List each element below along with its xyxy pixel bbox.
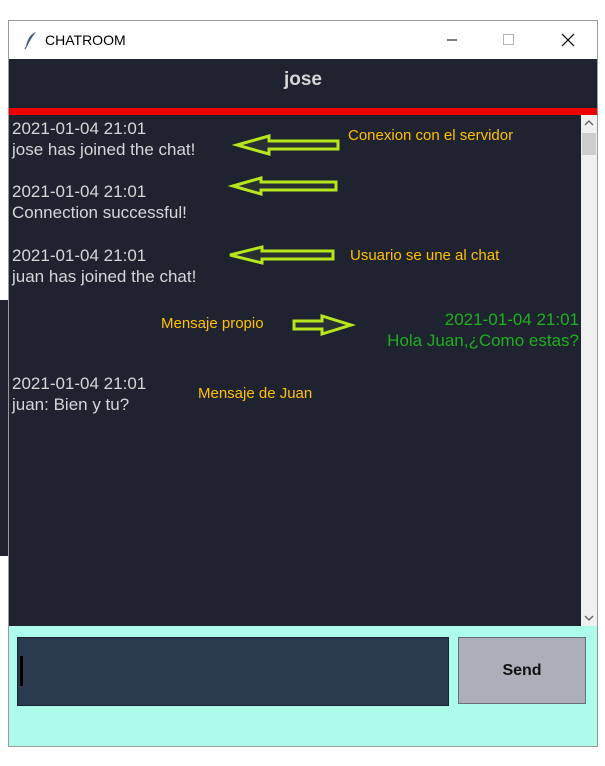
arrow-left-icon xyxy=(227,176,338,196)
annotation-arrows xyxy=(227,134,357,337)
chat-scrollbar[interactable] xyxy=(581,115,597,626)
message-input[interactable] xyxy=(17,637,449,706)
maximize-button[interactable] xyxy=(485,21,531,59)
arrow-left-icon xyxy=(231,134,340,156)
arrow-right-icon xyxy=(292,313,357,337)
current-username: jose xyxy=(283,69,323,90)
text-cursor xyxy=(20,656,23,686)
minimize-button[interactable] xyxy=(429,21,475,59)
scroll-thumb[interactable] xyxy=(582,133,596,155)
chatroom-window: CHATROOM jose 2021-01-04 21:01 jose has … xyxy=(8,20,598,747)
chevron-up-icon[interactable] xyxy=(581,115,597,131)
window-title: CHATROOM xyxy=(45,32,126,48)
header-divider xyxy=(9,108,597,115)
send-button[interactable]: Send xyxy=(458,637,586,704)
close-button[interactable] xyxy=(545,21,591,59)
maximize-icon xyxy=(503,34,514,45)
composer: Send xyxy=(9,626,597,746)
chevron-down-icon[interactable] xyxy=(581,610,597,626)
background-window-edge xyxy=(0,300,8,556)
title-bar[interactable]: CHATROOM xyxy=(9,21,597,59)
arrow-left-icon xyxy=(229,245,335,265)
feather-icon xyxy=(24,32,36,50)
close-icon xyxy=(561,33,575,47)
chat-log[interactable]: 2021-01-04 21:01 jose has joined the cha… xyxy=(9,115,581,626)
minimize-icon xyxy=(447,39,457,41)
chat-header: jose xyxy=(9,59,597,108)
